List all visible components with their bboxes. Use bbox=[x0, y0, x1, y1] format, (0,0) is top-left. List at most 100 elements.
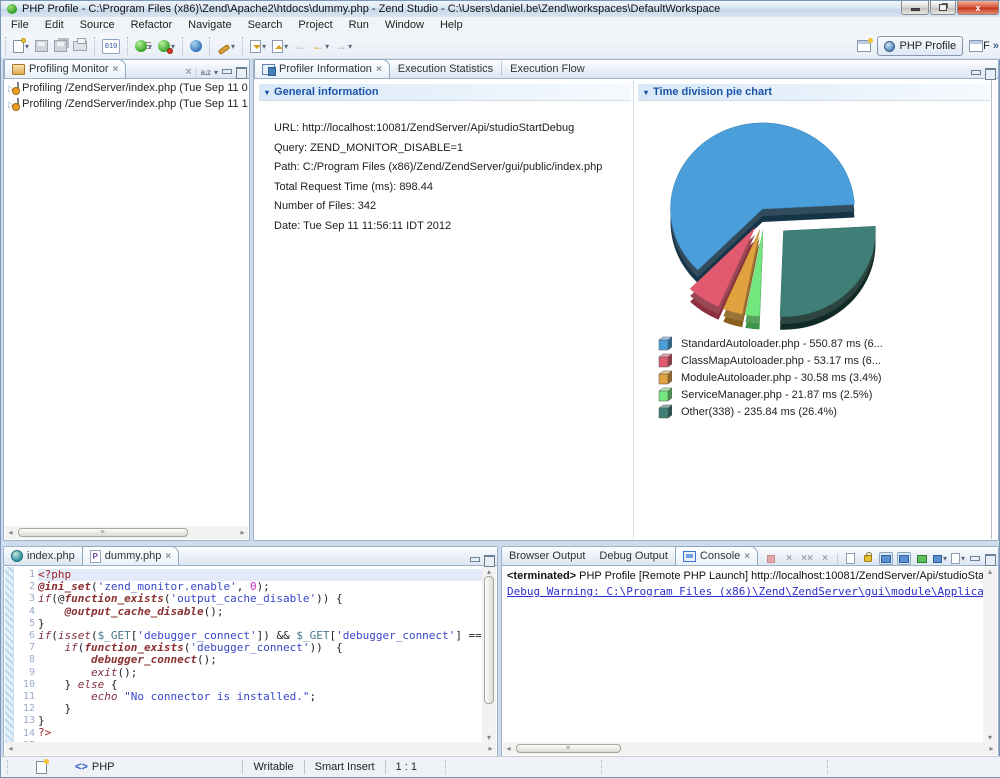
php-profile-perspective-button[interactable]: PHP Profile bbox=[877, 36, 963, 56]
pie-chart-header[interactable]: ▾ Time division pie chart bbox=[638, 84, 990, 101]
maximize-view-button[interactable] bbox=[984, 68, 995, 78]
profiling-monitor-hscrollbar[interactable]: ◂ ≡ ▸ bbox=[5, 526, 248, 539]
close-tab-icon[interactable]: × bbox=[165, 551, 171, 562]
tab-profiler-information[interactable]: Profiler Information × bbox=[254, 59, 390, 78]
scroll-up-icon[interactable]: ▴ bbox=[985, 567, 996, 576]
code-line[interactable]: } bbox=[38, 703, 482, 715]
delete-session-button[interactable]: × bbox=[185, 66, 191, 78]
scroll-right-icon[interactable]: ▸ bbox=[485, 744, 496, 753]
editor-annotation-ruler bbox=[5, 567, 14, 742]
show-console-stdout-toggle[interactable] bbox=[879, 552, 893, 565]
menu-item-search[interactable]: Search bbox=[240, 17, 291, 34]
tab-index-php[interactable]: index.php bbox=[4, 546, 82, 565]
menu-item-navigate[interactable]: Navigate bbox=[180, 17, 239, 34]
code-line[interactable]: } bbox=[38, 715, 482, 727]
maximize-view-button[interactable] bbox=[235, 67, 246, 77]
profile-button[interactable]: ▾ bbox=[132, 36, 155, 56]
scroll-right-icon[interactable]: ▸ bbox=[986, 744, 997, 753]
close-window-button[interactable]: x bbox=[957, 1, 999, 15]
tab-profiling-monitor[interactable]: Profiling Monitor × bbox=[4, 59, 126, 78]
general-information-header[interactable]: ▾ General information bbox=[259, 84, 631, 101]
pie-slice[interactable]: Other(338) bbox=[780, 226, 875, 316]
scroll-down-icon[interactable]: ▾ bbox=[484, 733, 495, 742]
scroll-up-icon[interactable]: ▴ bbox=[484, 567, 495, 576]
open-console-button[interactable]: ▾ bbox=[951, 552, 965, 565]
close-view-icon[interactable]: × bbox=[112, 64, 118, 75]
console-output[interactable]: <terminated> PHP Profile [Remote PHP Lau… bbox=[503, 567, 983, 742]
binary-view-button[interactable]: 010 bbox=[99, 36, 123, 56]
menu-item-window[interactable]: Window bbox=[377, 17, 432, 34]
collapse-section-icon[interactable]: ▾ bbox=[265, 88, 269, 97]
close-tab-icon[interactable]: × bbox=[376, 64, 382, 75]
close-tab-icon[interactable]: × bbox=[744, 551, 750, 562]
open-perspective-button[interactable] bbox=[854, 36, 874, 56]
pin-console-button[interactable] bbox=[915, 552, 929, 565]
open-type-button[interactable]: ▾ bbox=[214, 36, 238, 56]
code-line[interactable]: ?> bbox=[38, 727, 482, 739]
code-content[interactable]: <?php@ini_set('zend_monitor.enable', 0);… bbox=[38, 567, 482, 742]
scroll-left-icon[interactable]: ◂ bbox=[503, 744, 514, 753]
minimize-view-button[interactable] bbox=[970, 68, 981, 78]
sort-sessions-button[interactable]: a↓z bbox=[201, 68, 210, 77]
profiling-session-item[interactable]: ▷Profiling /ZendServer/index.php (Tue Se… bbox=[5, 80, 248, 96]
code-line[interactable]: echo "No connector is installed."; bbox=[38, 691, 482, 703]
remove-all-terminated-button[interactable]: ×× bbox=[800, 552, 814, 565]
cursor-position-indicator: 1 : 1 bbox=[386, 761, 427, 773]
back-history-button[interactable]: ← bbox=[291, 36, 309, 56]
code-line[interactable]: @output_cache_disable(); bbox=[38, 606, 482, 618]
scroll-left-icon[interactable]: ◂ bbox=[5, 744, 16, 753]
maximize-view-button[interactable] bbox=[483, 555, 494, 565]
go-to-top-button[interactable]: ▾ bbox=[269, 36, 291, 56]
menu-item-help[interactable]: Help bbox=[432, 17, 471, 34]
clear-console-page-button[interactable] bbox=[843, 552, 857, 565]
scroll-left-icon[interactable]: ◂ bbox=[5, 528, 16, 537]
scroll-down-icon[interactable]: ▾ bbox=[985, 733, 996, 742]
editor-hscrollbar[interactable]: ◂ ▸ bbox=[5, 742, 496, 755]
minimize-view-button[interactable] bbox=[969, 554, 980, 564]
menu-item-project[interactable]: Project bbox=[290, 17, 340, 34]
print-button[interactable] bbox=[70, 36, 90, 56]
minimize-view-button[interactable] bbox=[469, 555, 480, 565]
forward-button[interactable]: →▾ bbox=[332, 36, 355, 56]
pie-chart-legend: StandardAutoloader.php - 550.87 ms (6...… bbox=[658, 335, 883, 420]
code-editor[interactable]: 123456789101112131415 <?php@ini_set('zen… bbox=[5, 567, 496, 742]
display-console-button[interactable]: ▾ bbox=[933, 552, 947, 565]
restore-window-button[interactable] bbox=[930, 1, 956, 15]
console-warning-link[interactable]: Debug Warning: C:\Program Files (x86)\Ze… bbox=[507, 585, 981, 598]
remove-launch-button[interactable]: × bbox=[782, 552, 796, 565]
maximize-view-button[interactable] bbox=[984, 554, 995, 564]
menu-item-source[interactable]: Source bbox=[72, 17, 123, 34]
collapse-section-icon[interactable]: ▾ bbox=[644, 88, 648, 97]
clear-console-button[interactable]: × bbox=[818, 552, 832, 565]
save-all-button[interactable] bbox=[51, 36, 70, 56]
writable-file-icon bbox=[36, 761, 47, 774]
menu-item-file[interactable]: File bbox=[3, 17, 37, 34]
menu-item-refactor[interactable]: Refactor bbox=[123, 17, 181, 34]
editor-vscrollbar[interactable]: ▴ ▾ bbox=[482, 567, 496, 742]
tab-dummy-php[interactable]: P dummy.php × bbox=[82, 546, 180, 565]
tab-console[interactable]: Console × bbox=[675, 546, 758, 565]
tab-browser-output[interactable]: Browser Output bbox=[502, 546, 592, 565]
console-hscrollbar[interactable]: ◂ ≡ ▸ bbox=[503, 742, 997, 755]
show-console-stderr-toggle[interactable] bbox=[897, 552, 911, 565]
minimize-view-button[interactable] bbox=[221, 67, 232, 77]
tab-execution-flow[interactable]: Execution Flow bbox=[502, 61, 593, 76]
last-edit-location-button[interactable]: ▾ bbox=[247, 36, 269, 56]
scroll-right-icon[interactable]: ▸ bbox=[237, 528, 248, 537]
console-vscrollbar[interactable]: ▴ ▾ bbox=[983, 567, 997, 742]
minimize-window-button[interactable] bbox=[901, 1, 929, 15]
new-wizard-button[interactable]: ▾ bbox=[10, 36, 32, 56]
tab-execution-statistics[interactable]: Execution Statistics bbox=[390, 61, 502, 76]
terminate-button[interactable] bbox=[764, 552, 778, 565]
perspective-overflow-chevron[interactable]: » bbox=[993, 40, 999, 52]
tab-debug-output[interactable]: Debug Output bbox=[592, 546, 675, 565]
menu-item-edit[interactable]: Edit bbox=[37, 17, 72, 34]
menu-item-run[interactable]: Run bbox=[341, 17, 377, 34]
debug-button[interactable]: ▾ bbox=[155, 36, 178, 56]
profiling-session-item[interactable]: ▷Profiling /ZendServer/index.php (Tue Se… bbox=[5, 96, 248, 112]
back-button[interactable]: ←▾ bbox=[309, 36, 332, 56]
debug-url-button[interactable] bbox=[187, 36, 205, 56]
save-button[interactable] bbox=[32, 36, 51, 56]
scroll-lock-button[interactable] bbox=[861, 552, 875, 565]
php-perspective-button[interactable]: F bbox=[966, 36, 993, 56]
